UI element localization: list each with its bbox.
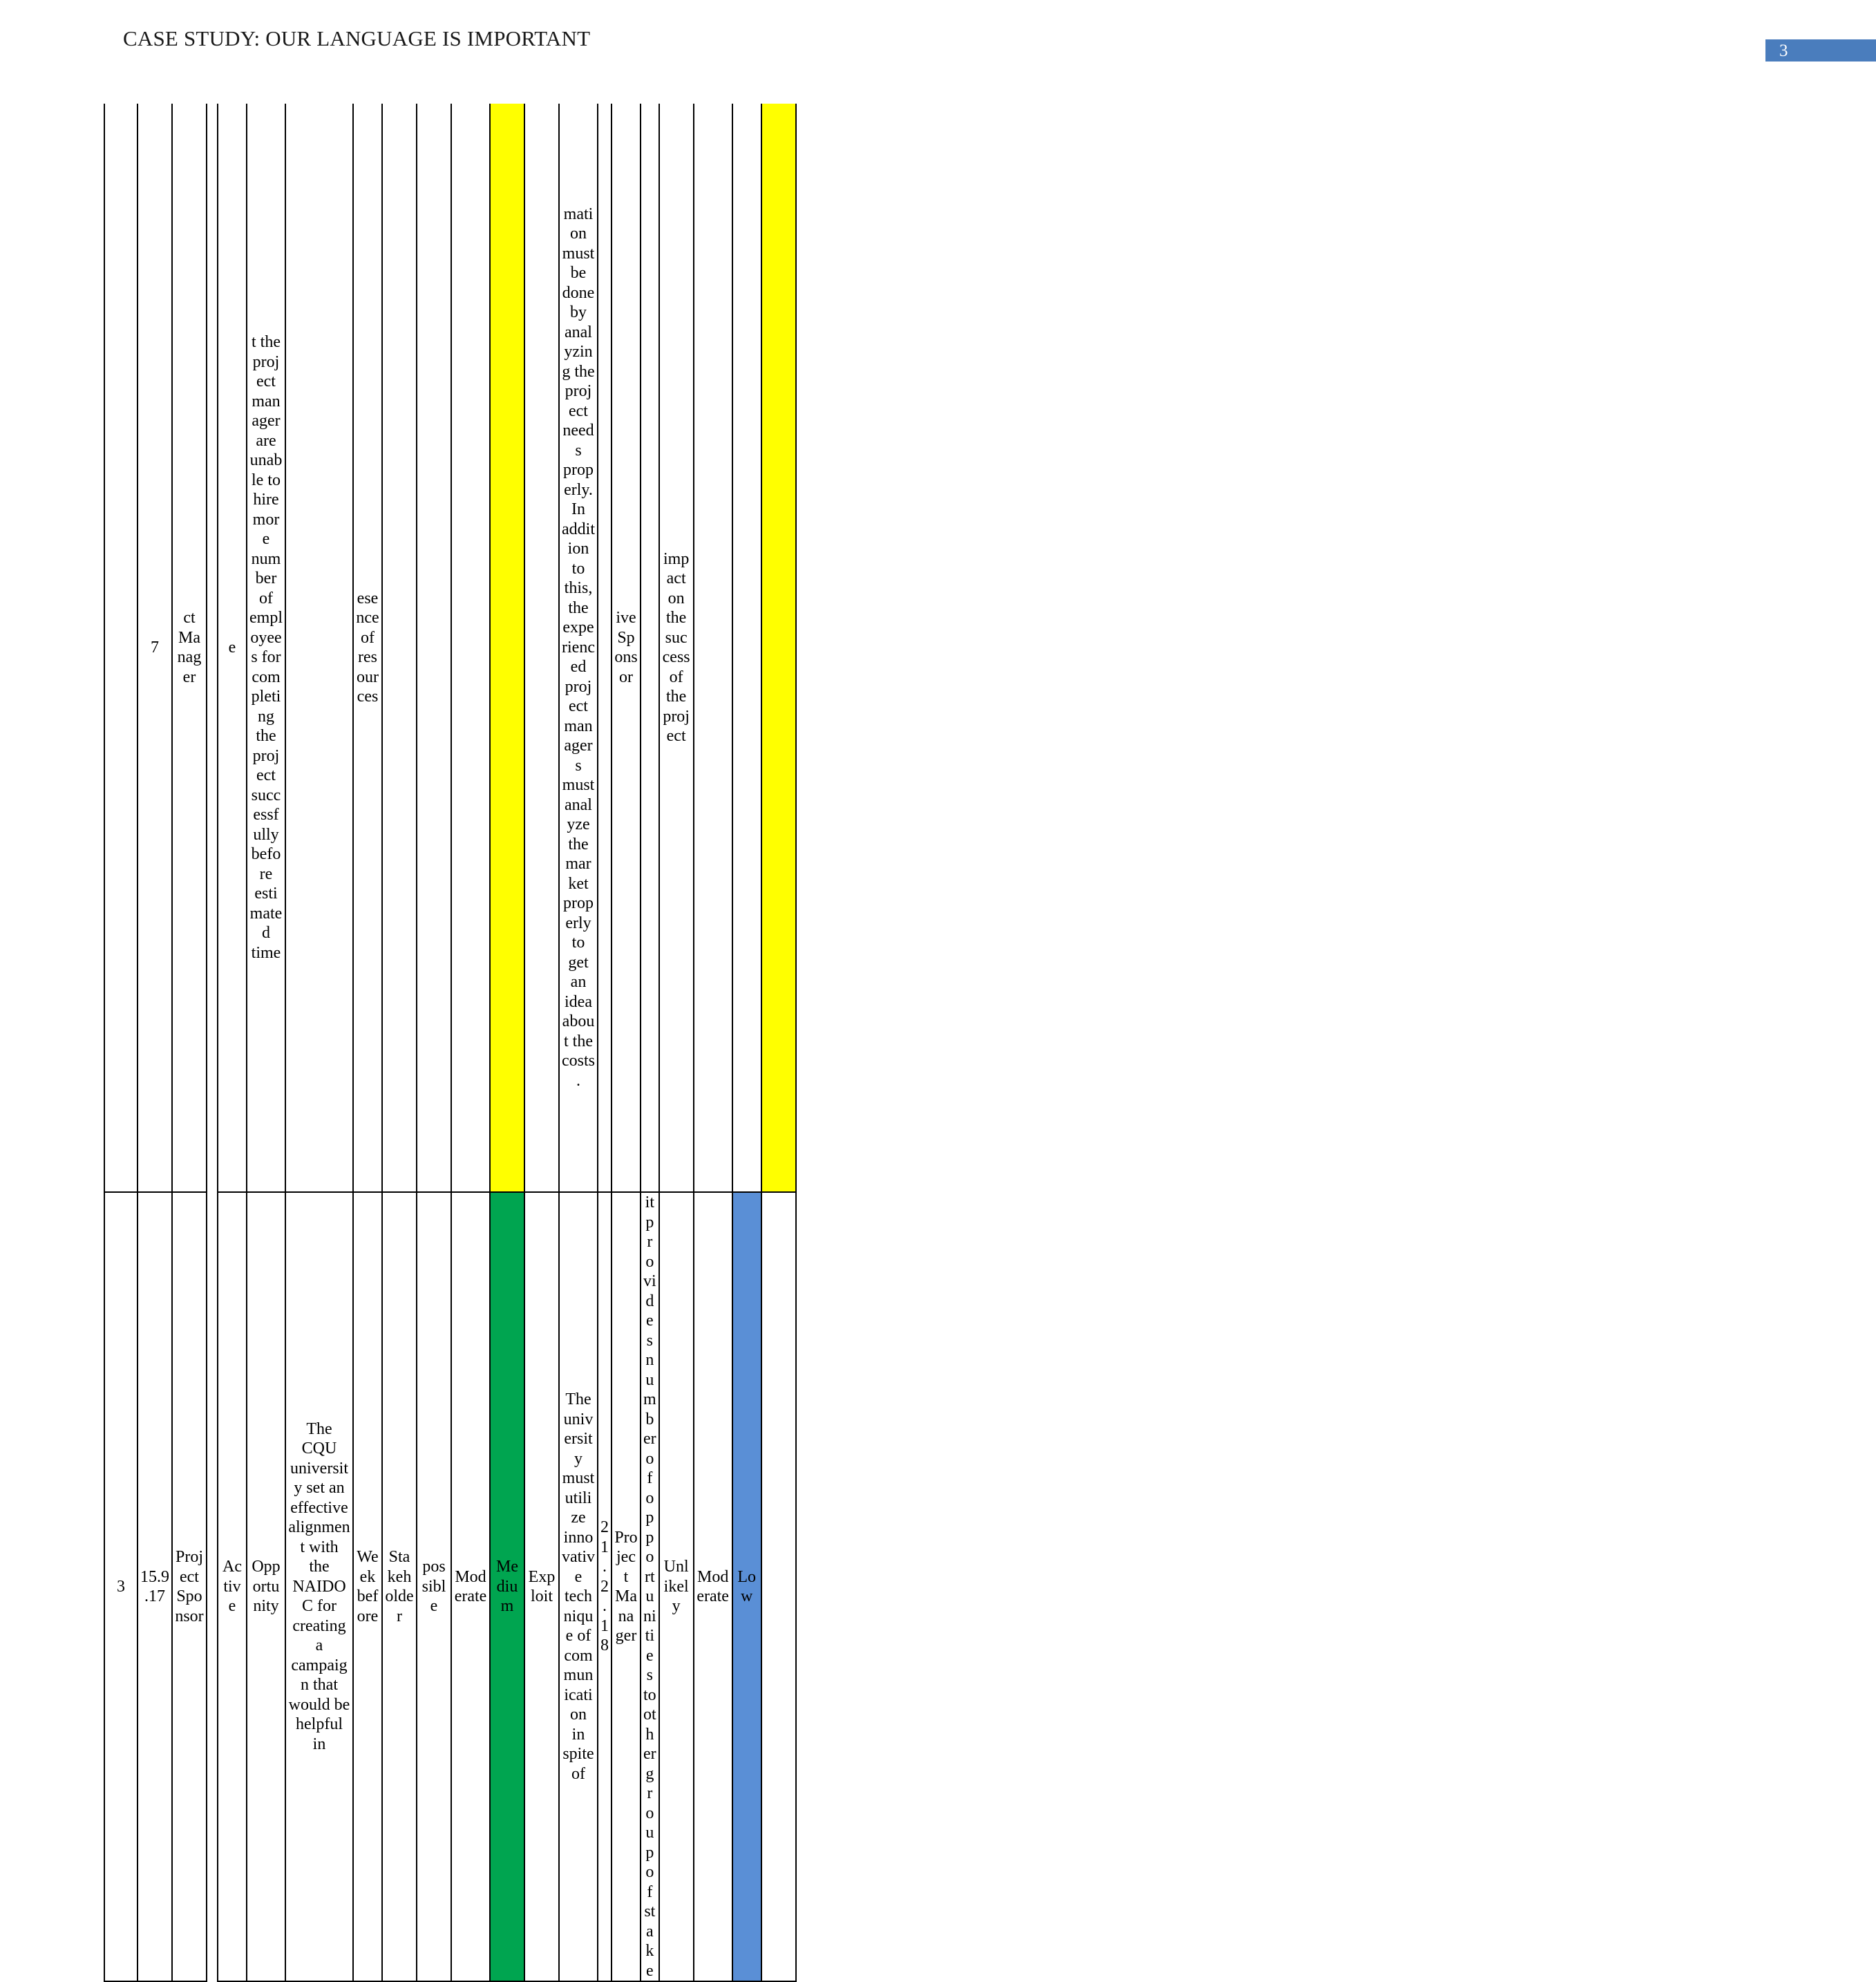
table-row: 3 15.9.17 Project Sponsor Active Opportunity… [104,1191,831,1982]
table-cell: Moderate [692,1191,733,1982]
table-cell: Low [731,1191,762,1982]
document-header: CASE STUDY: OUR LANGUAGE IS IMPORTANT 3 [0,0,1876,90]
column-gap [598,104,612,1192]
page-title: CASE STUDY: OUR LANGUAGE IS IMPORTANT [123,26,591,50]
table-row: 7 ct Manager e t the project manager are un… [104,104,831,1192]
table-cell: possible [416,1191,452,1982]
page-number-badge: 3 [1765,39,1876,62]
table-cell: Opportunity [246,1191,286,1982]
table-cell: 3 [104,1191,138,1982]
table-cell [692,104,733,1192]
table-cell: Project Manager [611,1191,641,1982]
table-cell: 15.9.17 [137,1191,173,1982]
table-cell: Project Sponsor [171,1191,207,1982]
page-number-text: 3 [1779,41,1788,60]
column-gap [207,104,218,1192]
table-cell: Stakeholder [381,1191,417,1982]
table-cell: e [217,104,247,1192]
table-cell: mation must be done by analyzing the pro… [558,104,598,1192]
table-cell [489,104,525,1192]
column-gap [207,1192,218,1981]
table-cell: Week before [352,1191,383,1982]
table-cell: esence of resources [352,104,383,1192]
table-cell: Active [217,1191,247,1982]
table-cell: Moderate [451,1191,491,1982]
table-cell [285,104,354,1192]
table-cell: The university must utilize innovative t… [558,1191,598,1982]
table-cell: impact on the success of the project [658,104,694,1192]
table-cell: t the project manager are unable to hire… [246,104,286,1192]
column-gap [641,104,659,1192]
table-cell [416,104,452,1192]
table-cell: it provides number of opportunities to o… [640,1191,660,1982]
table-cell: ive Sponsor [611,104,641,1192]
table-cell: 21.2.18 [597,1191,612,1982]
table-cell: The CQU university set an effective alig… [285,1191,354,1982]
table-cell [760,104,797,1192]
table-cell: ct Manager [171,104,207,1192]
table-cell: Medium [489,1191,525,1982]
table-cell: Unlikely [658,1191,694,1982]
table-cell: 7 [137,104,173,1192]
table-cell [381,104,417,1192]
table-cell: Exploit [524,1191,560,1982]
risk-register-table: 7 ct Manager e t the project manager are un… [104,104,831,1982]
table-cell [524,104,560,1192]
table-cell [104,104,138,1192]
table-cell [731,104,762,1192]
table-cell [760,1191,797,1982]
table-cell [451,104,491,1192]
